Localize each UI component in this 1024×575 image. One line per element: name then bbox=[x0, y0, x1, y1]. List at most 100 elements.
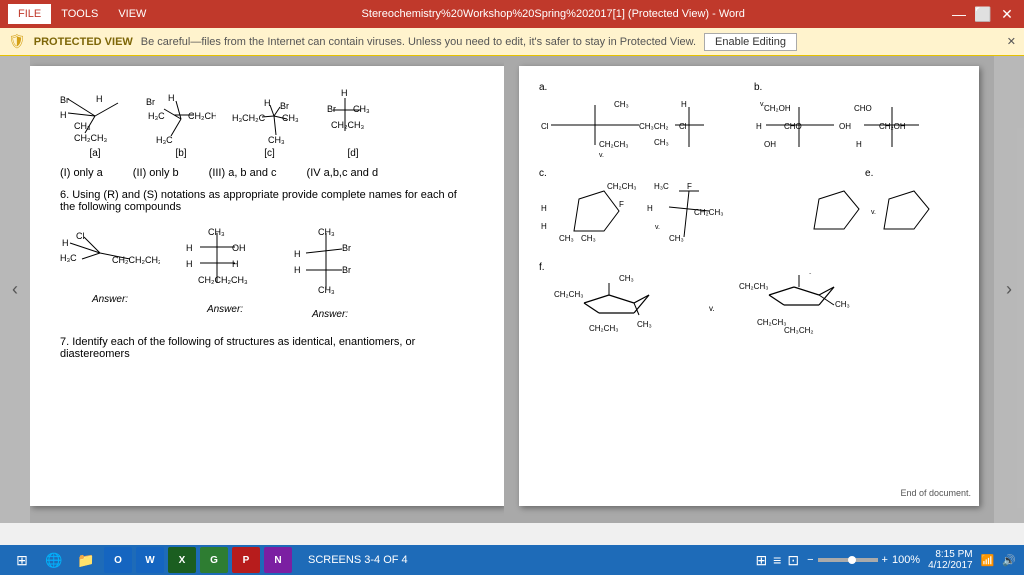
svg-text:H: H bbox=[62, 238, 69, 248]
document-area: Br H H CH₃ CH₂CH₃ [a] Br bbox=[30, 56, 504, 523]
svg-text:H: H bbox=[96, 94, 103, 104]
word-icon[interactable]: W bbox=[136, 547, 164, 573]
section-b-label: b. bbox=[754, 82, 959, 93]
svg-text:H: H bbox=[186, 259, 193, 269]
svg-text:H: H bbox=[541, 222, 547, 231]
tab-view[interactable]: VIEW bbox=[108, 4, 156, 24]
onenote-icon[interactable]: N bbox=[264, 547, 292, 573]
q6-compound-2: CH₃ H OH H H CH₂CH₂CH₃ Answer: bbox=[180, 221, 270, 315]
tab-tools[interactable]: TOOLS bbox=[51, 4, 108, 24]
taskbar-icons[interactable]: ⊞ 🌐 📁 O W X G P N bbox=[8, 547, 292, 573]
section-a: a. CH₃ Cl CH₃CH₂ Cl CH₂CH₃ v. CH₃ bbox=[539, 82, 744, 160]
structures-row-top: Br H H CH₃ CH₂CH₃ [a] Br bbox=[60, 86, 474, 159]
start-button[interactable]: ⊞ bbox=[8, 547, 36, 573]
svg-text:CH₂CH₃: CH₂CH₃ bbox=[554, 290, 583, 299]
section-ce: c. CH₂CH₃ F H H CH₃ CH₃ H₃C F H bbox=[539, 168, 959, 252]
option-1: (I) only a bbox=[60, 167, 103, 179]
outlook-icon[interactable]: O bbox=[104, 547, 132, 573]
end-of-document: End of document. bbox=[900, 488, 971, 498]
q6-comp2-svg: CH₃ H OH H H CH₂CH₂CH₃ bbox=[180, 221, 270, 301]
svg-text:Br: Br bbox=[327, 104, 336, 114]
zoom-plus[interactable]: + bbox=[882, 554, 888, 566]
zoom-level: 100% bbox=[892, 554, 920, 566]
date-display: 4/12/2017 bbox=[928, 560, 973, 571]
minimize-btn[interactable]: — bbox=[950, 6, 968, 22]
svg-text:CH₃: CH₃ bbox=[637, 320, 652, 329]
excel-icon[interactable]: X bbox=[168, 547, 196, 573]
section-e-label: e. bbox=[779, 168, 959, 179]
view-icon-3[interactable]: ⊡ bbox=[787, 552, 799, 569]
view-icons[interactable]: ⊞ ≡ ⊡ bbox=[755, 552, 799, 569]
volume-icon: 🔊 bbox=[1002, 554, 1016, 567]
svg-text:H₃C: H₃C bbox=[148, 111, 165, 121]
tab-file[interactable]: FILE bbox=[8, 4, 51, 24]
enable-editing-button[interactable]: Enable Editing bbox=[704, 33, 797, 51]
structure-b: Br H H₃C CH₂CH₃ H₃C [b] bbox=[146, 91, 216, 159]
label-b: [b] bbox=[175, 148, 186, 159]
svg-text:H: H bbox=[294, 249, 301, 259]
folder-icon[interactable]: 📁 bbox=[72, 547, 100, 573]
svg-text:CH₂CH₃: CH₂CH₃ bbox=[331, 120, 364, 130]
svg-text:CH₃: CH₃ bbox=[654, 138, 669, 147]
structure-c: H₃CH₂C Br CH₃ H CH₃ [c] bbox=[232, 91, 307, 159]
green-icon[interactable]: G bbox=[200, 547, 228, 573]
svg-text:CH₃: CH₃ bbox=[797, 273, 812, 275]
svg-text:Cl: Cl bbox=[679, 122, 687, 131]
section-c-svg: CH₂CH₃ F H H CH₃ CH₃ H₃C F H CH₂CH₃ CH₃ … bbox=[539, 179, 759, 249]
svg-text:Cl: Cl bbox=[541, 122, 549, 131]
protected-label: PROTECTED VIEW bbox=[34, 36, 133, 48]
svg-text:CH₃CH₂: CH₃CH₂ bbox=[784, 326, 813, 335]
section-c-label: c. bbox=[539, 168, 763, 179]
svg-text:F: F bbox=[619, 200, 624, 209]
datetime: 8:15 PM 4/12/2017 bbox=[928, 549, 973, 571]
main-container: ‹ Br H H CH₃ CH₂CH₃ bbox=[0, 56, 1024, 523]
right-panel: a. CH₃ Cl CH₃CH₂ Cl CH₂CH₃ v. CH₃ bbox=[504, 56, 994, 523]
svg-text:v.: v. bbox=[760, 101, 765, 108]
svg-text:CH₃: CH₃ bbox=[559, 234, 574, 243]
right-nav-arrow[interactable]: › bbox=[994, 56, 1024, 523]
left-nav-arrow[interactable]: ‹ bbox=[0, 56, 30, 523]
ribbon-tabs[interactable]: FILE TOOLS VIEW bbox=[8, 4, 156, 24]
option-3: (III) a, b and c bbox=[209, 167, 277, 179]
svg-text:CH₂CH₃: CH₂CH₃ bbox=[757, 318, 786, 327]
section-a-svg: CH₃ Cl CH₃CH₂ Cl CH₂CH₃ v. CH₃ bbox=[539, 97, 739, 157]
view-icon-1[interactable]: ⊞ bbox=[755, 552, 767, 569]
svg-text:CH₃: CH₃ bbox=[669, 234, 684, 243]
network-icon: 📶 bbox=[981, 554, 995, 567]
section-e: e. v. bbox=[779, 168, 959, 252]
section-f: f. CH₂CH₃ CH₂CH₃ CH₃ CH₃ bbox=[539, 262, 959, 356]
section-ab: a. CH₃ Cl CH₃CH₂ Cl CH₂CH₃ v. CH₃ bbox=[539, 82, 959, 160]
restore-btn[interactable]: ⬜ bbox=[974, 6, 992, 23]
svg-text:CHO: CHO bbox=[854, 104, 872, 113]
structure-b-svg: Br H H₃C CH₂CH₃ H₃C bbox=[146, 91, 216, 146]
view-icon-2[interactable]: ≡ bbox=[773, 552, 781, 569]
svg-text:v.: v. bbox=[709, 304, 715, 313]
left-page: Br H H CH₃ CH₂CH₃ [a] Br bbox=[30, 66, 504, 506]
zoom-minus[interactable]: − bbox=[807, 554, 813, 566]
svg-text:H: H bbox=[341, 88, 348, 98]
svg-text:H: H bbox=[264, 98, 271, 108]
section-b-svg: CH₂OH CHO H CHO OH CH₂OH OH H v. bbox=[754, 97, 954, 157]
svg-text:Br: Br bbox=[342, 265, 351, 275]
structure-d-svg: H Br CH₃ CH₂CH₃ bbox=[323, 86, 383, 146]
protected-message: Be careful—files from the Internet can c… bbox=[141, 36, 696, 48]
status-right: ⊞ ≡ ⊡ − + 100% 8:15 PM 4/12/2017 📶 🔊 bbox=[755, 549, 1016, 571]
option-2: (II) only b bbox=[133, 167, 179, 179]
powerpoint-icon[interactable]: P bbox=[232, 547, 260, 573]
ie-icon[interactable]: 🌐 bbox=[40, 547, 68, 573]
question-6: 6. Using (R) and (S) notations as approp… bbox=[60, 189, 474, 213]
svg-text:CH₂CH₃: CH₂CH₃ bbox=[188, 111, 216, 121]
section-c: c. CH₂CH₃ F H H CH₃ CH₃ H₃C F H bbox=[539, 168, 763, 252]
section-a-label: a. bbox=[539, 82, 744, 93]
protected-close-icon[interactable]: ✕ bbox=[1007, 35, 1016, 48]
close-btn[interactable]: ✕ bbox=[998, 6, 1016, 23]
right-page: a. CH₃ Cl CH₃CH₂ Cl CH₂CH₃ v. CH₃ bbox=[519, 66, 979, 506]
window-controls[interactable]: — ⬜ ✕ bbox=[950, 6, 1016, 23]
svg-text:H: H bbox=[681, 100, 687, 109]
section-f-svg: CH₂CH₃ CH₂CH₃ CH₃ CH₃ v. bbox=[539, 273, 959, 353]
svg-text:CH₃: CH₃ bbox=[208, 227, 225, 237]
svg-text:H₃CH₂C: H₃CH₂C bbox=[232, 113, 266, 123]
q6-comp3-svg: CH₃ H Br H Br CH₃ bbox=[290, 221, 370, 306]
title-bar: FILE TOOLS VIEW Stereochemistry%20Worksh… bbox=[0, 0, 1024, 28]
zoom-slider[interactable] bbox=[818, 558, 878, 562]
